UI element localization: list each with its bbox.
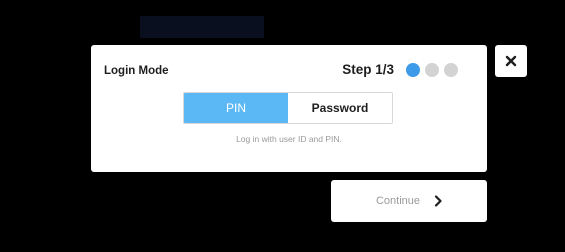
dialog-title: Login Mode (104, 65, 169, 77)
step-dot-3 (444, 62, 458, 77)
login-mode-hint: Log in with user ID and PIN. (236, 134, 342, 144)
close-icon (505, 55, 517, 67)
password-mode-option[interactable]: Password (288, 93, 392, 123)
pin-mode-option[interactable]: PIN (184, 93, 288, 123)
login-mode-dialog: Login Mode Step 1/3 PIN Password Log in … (91, 45, 487, 172)
chevron-right-icon (434, 195, 442, 207)
step-dot-1 (406, 62, 420, 77)
continue-label: Continue (375, 195, 421, 207)
step-dot-2 (425, 62, 439, 77)
login-mode-toggle: PIN Password (183, 92, 393, 124)
close-button[interactable] (495, 45, 527, 77)
continue-button[interactable]: Continue (331, 180, 487, 222)
step-indicator: Step 1/3 (342, 62, 458, 77)
step-label: Step 1/3 (342, 62, 394, 77)
background-panel (140, 16, 264, 38)
